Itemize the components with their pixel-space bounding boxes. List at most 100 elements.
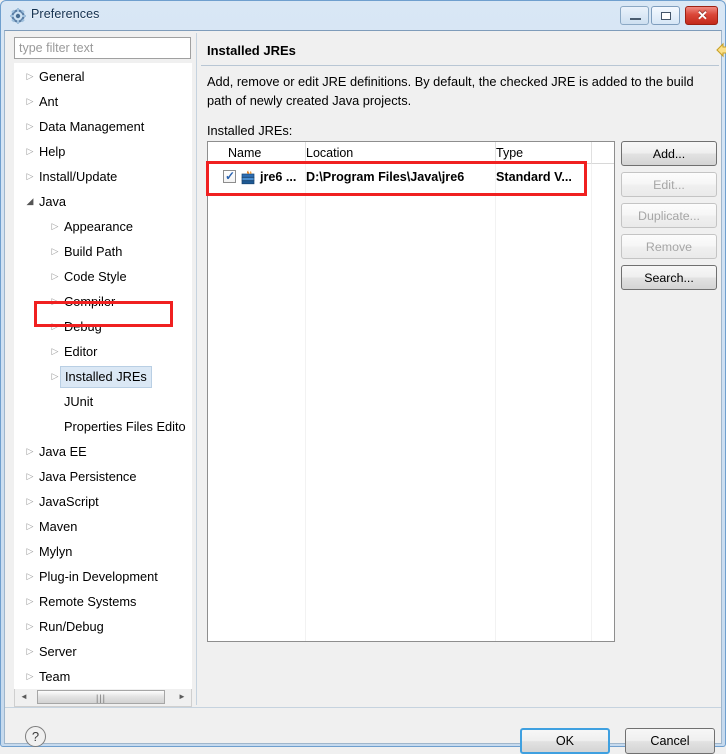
chevron-right-icon[interactable]: ▷ (24, 64, 36, 89)
sidebar-item-java[interactable]: ◢ Java (15, 189, 191, 214)
chevron-right-icon[interactable]: ▷ (24, 564, 36, 589)
sidebar-item-debug[interactable]: ▷ Debug (15, 314, 191, 339)
chevron-down-icon[interactable]: ◢ (24, 189, 36, 214)
chevron-right-icon[interactable]: ▷ (49, 314, 61, 339)
chevron-right-icon[interactable]: ▷ (24, 89, 36, 114)
scrollbar-grip-icon: ||| (96, 693, 107, 703)
sidebar-item-label: Debug (64, 319, 102, 334)
header-divider[interactable] (495, 142, 496, 164)
sidebar-item-plug-in-development[interactable]: ▷ Plug-in Development (15, 564, 191, 589)
sidebar-item-properties-files-edito[interactable]: Properties Files Edito (15, 414, 191, 439)
preference-tree[interactable]: ▷ General ▷ Ant ▷ Data Management ▷ Help ▷ Instal… (14, 63, 192, 689)
sidebar-item-appearance[interactable]: ▷ Appearance (15, 214, 191, 239)
jre-table-header: Name Location Type (208, 142, 614, 164)
ok-button[interactable]: OK (520, 728, 610, 754)
arrow-left-icon[interactable] (715, 42, 726, 58)
column-header-name[interactable]: Name (228, 142, 261, 164)
check-icon: ✓ (225, 169, 236, 183)
chevron-right-icon[interactable]: ▷ (24, 439, 36, 464)
tree-horizontal-scrollbar[interactable]: ◄ ||| ► (14, 689, 192, 707)
sidebar-item-label: Java Persistence (39, 469, 137, 484)
sidebar-item-general[interactable]: ▷ General (15, 64, 191, 89)
sidebar-item-label: Code Style (64, 269, 127, 284)
chevron-right-icon[interactable]: ▷ (24, 164, 36, 189)
sidebar-item-label: Java (39, 194, 67, 209)
chevron-right-icon[interactable]: ▷ (24, 589, 36, 614)
chevron-right-icon[interactable]: ▷ (24, 464, 36, 489)
chevron-right-icon[interactable]: ▷ (24, 614, 36, 639)
sidebar-item-build-path[interactable]: ▷ Build Path (15, 239, 191, 264)
scroll-right-icon[interactable]: ► (174, 689, 190, 705)
cell-location: D:\Program Files\Java\jre6 (306, 170, 465, 184)
duplicate-button: Duplicate... (621, 203, 717, 228)
cancel-button[interactable]: Cancel (625, 728, 715, 754)
jre-action-buttons: Add... Edit... Duplicate... Remove Search... (621, 141, 717, 296)
sidebar-item-javascript[interactable]: ▷ JavaScript (15, 489, 191, 514)
scrollbar-thumb[interactable]: ||| (37, 690, 165, 704)
sidebar-item-code-style[interactable]: ▷ Code Style (15, 264, 191, 289)
filter-input[interactable] (14, 37, 191, 59)
chevron-right-icon[interactable]: ▷ (24, 489, 36, 514)
sidebar-item-mylyn[interactable]: ▷ Mylyn (15, 539, 191, 564)
chevron-right-icon[interactable]: ▷ (24, 114, 36, 139)
chevron-right-icon[interactable]: ▷ (24, 139, 36, 164)
footer-separator (5, 707, 721, 708)
chevron-right-icon[interactable]: ▷ (49, 214, 61, 239)
sidebar-item-remote-systems[interactable]: ▷ Remote Systems (15, 589, 191, 614)
jre-icon (241, 169, 258, 185)
sidebar-item-label: JUnit (64, 394, 94, 409)
minimize-button[interactable] (620, 6, 649, 25)
sidebar-item-label: Remote Systems (39, 594, 137, 609)
sidebar-item-maven[interactable]: ▷ Maven (15, 514, 191, 539)
sidebar-item-run-debug[interactable]: ▷ Run/Debug (15, 614, 191, 639)
dialog-client-area: ▷General▷Ant▷Data Management▷Help▷Instal… (4, 30, 726, 754)
column-header-location[interactable]: Location (306, 142, 353, 164)
help-button[interactable]: ? (25, 726, 46, 747)
sidebar-item-java-persistence[interactable]: ▷ Java Persistence (15, 464, 191, 489)
sidebar-item-label: Mylyn (39, 544, 73, 559)
header-divider[interactable] (305, 142, 306, 164)
scroll-left-icon[interactable]: ◄ (16, 689, 32, 705)
chevron-right-icon[interactable]: ▷ (49, 264, 61, 289)
chevron-right-icon[interactable]: ▷ (24, 539, 36, 564)
sidebar-item-compiler[interactable]: ▷ Compiler (15, 289, 191, 314)
sidebar-item-java-ee[interactable]: ▷ Java EE (15, 439, 191, 464)
chevron-right-icon[interactable]: ▷ (49, 339, 61, 364)
chevron-right-icon[interactable]: ▷ (24, 664, 36, 688)
cell-name: jre6 ... (260, 170, 297, 184)
sidebar-item-label: Team (39, 669, 71, 684)
column-header-type[interactable]: Type (496, 142, 523, 164)
close-icon: ✕ (697, 8, 708, 23)
chevron-right-icon[interactable]: ▷ (24, 514, 36, 539)
add-button[interactable]: Add... (621, 141, 717, 166)
chevron-right-icon[interactable]: ▷ (24, 639, 36, 664)
sidebar-item-help[interactable]: ▷ Help (15, 139, 191, 164)
close-button[interactable]: ✕ (685, 6, 718, 25)
remove-button: Remove (621, 234, 717, 259)
window-title: Preferences (31, 7, 100, 21)
jre-table[interactable]: Name Location Type ✓ jre6 ... D:\Program… (207, 141, 615, 642)
sidebar-item-server[interactable]: ▷ Server (15, 639, 191, 664)
sidebar-item-team[interactable]: ▷ Team (15, 664, 191, 688)
sidebar-item-label: Install/Update (39, 169, 118, 184)
sidebar-item-data-management[interactable]: ▷ Data Management (15, 114, 191, 139)
sidebar-item-ant[interactable]: ▷ Ant (15, 89, 191, 114)
sidebar-item-installed-jres[interactable]: ▷ Installed JREs (15, 364, 191, 389)
sidebar-item-label: Build Path (64, 244, 123, 259)
sidebar-item-label: Editor (64, 344, 98, 359)
preference-page: Installed JREs ▼ ▼ ▼ Add, remove or ed (201, 35, 726, 705)
sidebar-item-label: Compiler (64, 294, 116, 309)
chevron-right-icon[interactable]: ▷ (49, 239, 61, 264)
table-row[interactable]: ✓ jre6 ... D:\Program Files\Java\jre6 St… (208, 165, 614, 190)
sidebar-item-install-update[interactable]: ▷ Install/Update (15, 164, 191, 189)
header-divider[interactable] (591, 142, 592, 164)
sidebar-item-editor[interactable]: ▷ Editor (15, 339, 191, 364)
chevron-right-icon[interactable]: ▷ (49, 289, 61, 314)
preferences-window: Preferences ✕ ▷General▷Ant▷Data Manageme… (0, 0, 726, 754)
sidebar-item-junit[interactable]: JUnit (15, 389, 191, 414)
search-button[interactable]: Search... (621, 265, 717, 290)
maximize-button[interactable] (651, 6, 680, 25)
jre-checkbox[interactable]: ✓ (223, 169, 236, 183)
preference-tree-scroll-viewport[interactable]: ▷ General ▷ Ant ▷ Data Management ▷ Help ▷ Instal… (15, 64, 191, 688)
installed-jres-label: Installed JREs: (207, 123, 293, 138)
